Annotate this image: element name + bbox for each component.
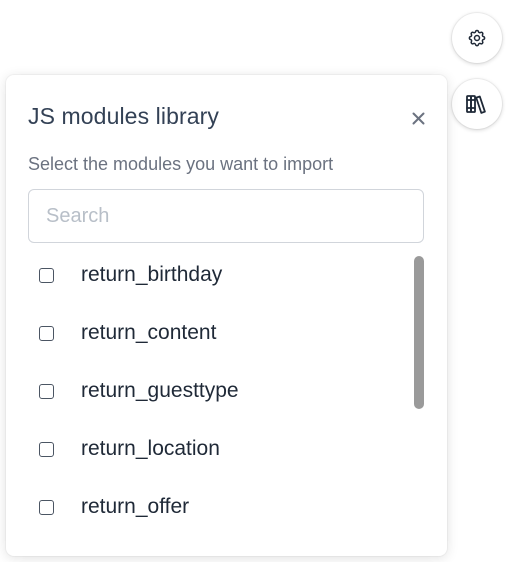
list-item[interactable]: return_location [28,429,220,469]
gear-icon [467,28,487,48]
modules-library-panel: JS modules library Select the modules yo… [6,75,447,556]
module-label: return_birthday [81,263,223,286]
module-label: return_offer [81,495,190,518]
settings-button[interactable] [452,13,502,63]
list-item[interactable]: return_content [28,313,216,353]
close-button[interactable] [407,110,429,132]
module-label: return_location [81,437,220,460]
module-checkbox[interactable] [39,325,54,341]
module-checkbox[interactable] [39,441,54,457]
close-icon [412,112,425,130]
list-item[interactable]: return_guesttype [28,371,239,411]
books-icon [465,93,489,115]
search-input[interactable] [28,189,424,243]
module-label: return_guesttype [81,379,239,402]
panel-title: JS modules library [28,103,219,129]
library-button[interactable] [452,79,502,129]
module-checkbox[interactable] [39,499,54,515]
module-checkbox[interactable] [39,383,54,399]
list-item[interactable]: return_birthday [28,255,222,295]
list-item[interactable]: return_offer [28,487,189,527]
module-label: return_content [81,321,217,344]
modules-list: return_birthday return_content return_gu… [28,255,424,556]
module-checkbox[interactable] [39,267,54,283]
panel-subtitle: Select the modules you want to import [28,154,334,174]
list-scrollbar[interactable] [414,256,424,409]
